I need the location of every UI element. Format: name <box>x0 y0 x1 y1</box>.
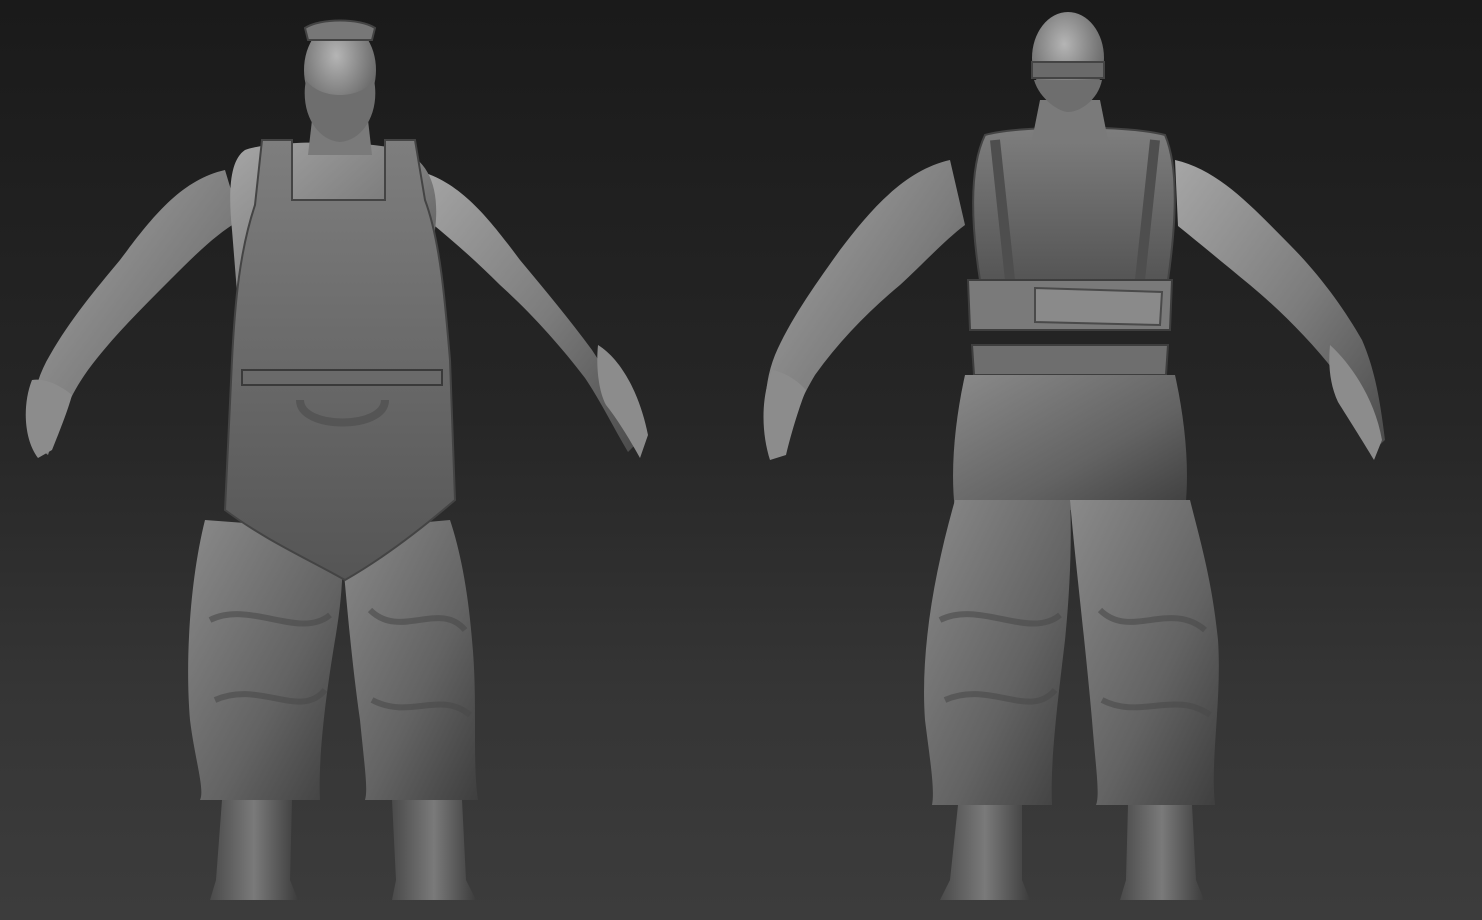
back-left-pant-leg <box>924 500 1071 805</box>
back-waistband <box>970 344 1170 376</box>
back-hips <box>953 375 1187 510</box>
back-right-boot <box>1120 805 1204 900</box>
front-left-boot <box>210 800 298 900</box>
character-render <box>25 12 1385 900</box>
back-goggle-strap <box>1031 61 1105 79</box>
sculpt-viewport <box>0 0 1482 920</box>
front-view-figure <box>25 19 648 900</box>
back-left-boot <box>940 805 1030 900</box>
front-goggles <box>303 19 377 41</box>
front-apron-belt <box>241 369 443 386</box>
front-right-boot <box>392 800 476 900</box>
front-left-hand <box>25 379 72 458</box>
back-right-pant-leg <box>1070 500 1219 805</box>
back-view-figure <box>763 12 1385 900</box>
front-apron <box>223 139 457 582</box>
back-belt-strap <box>1034 286 1164 327</box>
